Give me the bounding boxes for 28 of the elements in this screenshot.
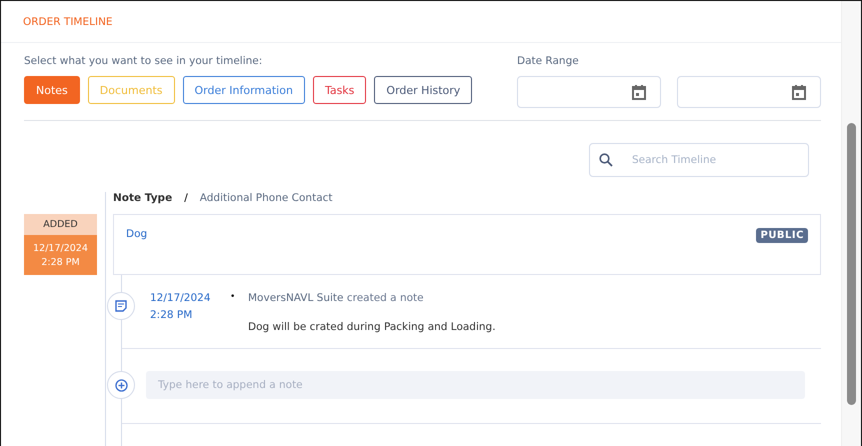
event-date: 12/17/2024: [150, 292, 212, 304]
panel-title: ORDER TIMELINE: [23, 16, 113, 28]
entry-date: 12/17/2024: [33, 242, 88, 254]
note-body: Dog will be crated during Packing and Loading.: [248, 321, 496, 333]
date-range-label: Date Range: [517, 55, 580, 67]
visibility-badge: PUBLIC: [756, 228, 808, 243]
append-note-field[interactable]: Type here to append a note: [146, 371, 805, 399]
entry-time: 2:28 PM: [41, 256, 80, 268]
event-summary: MoversNAVL Suite created a note: [248, 292, 425, 304]
filter-label: Select what you want to see in your timeline:: [24, 55, 264, 67]
filter-button[interactable]: Notes: [24, 76, 80, 104]
note-type-label: Note Type: [113, 192, 172, 204]
filter-button[interactable]: Order History: [374, 76, 472, 104]
add-icon[interactable]: [107, 371, 135, 399]
scrollbar-thumb[interactable]: [847, 123, 856, 405]
filter-button[interactable]: Tasks: [312, 76, 366, 104]
bullet: •: [230, 292, 236, 304]
date-field[interactable]: [517, 76, 661, 108]
note-type-value: Additional Phone Contact: [200, 192, 333, 204]
event-time: 2:28 PM: [150, 309, 194, 321]
search-field[interactable]: Search Timeline: [589, 143, 809, 177]
note-title: Dog: [126, 228, 148, 240]
calendar-icon[interactable]: [792, 84, 806, 100]
date-field[interactable]: [677, 76, 821, 108]
separator: /: [184, 192, 188, 204]
status-label: ADDED: [24, 214, 97, 235]
filter-button[interactable]: Order Information: [182, 76, 305, 104]
calendar-icon[interactable]: [632, 84, 646, 100]
